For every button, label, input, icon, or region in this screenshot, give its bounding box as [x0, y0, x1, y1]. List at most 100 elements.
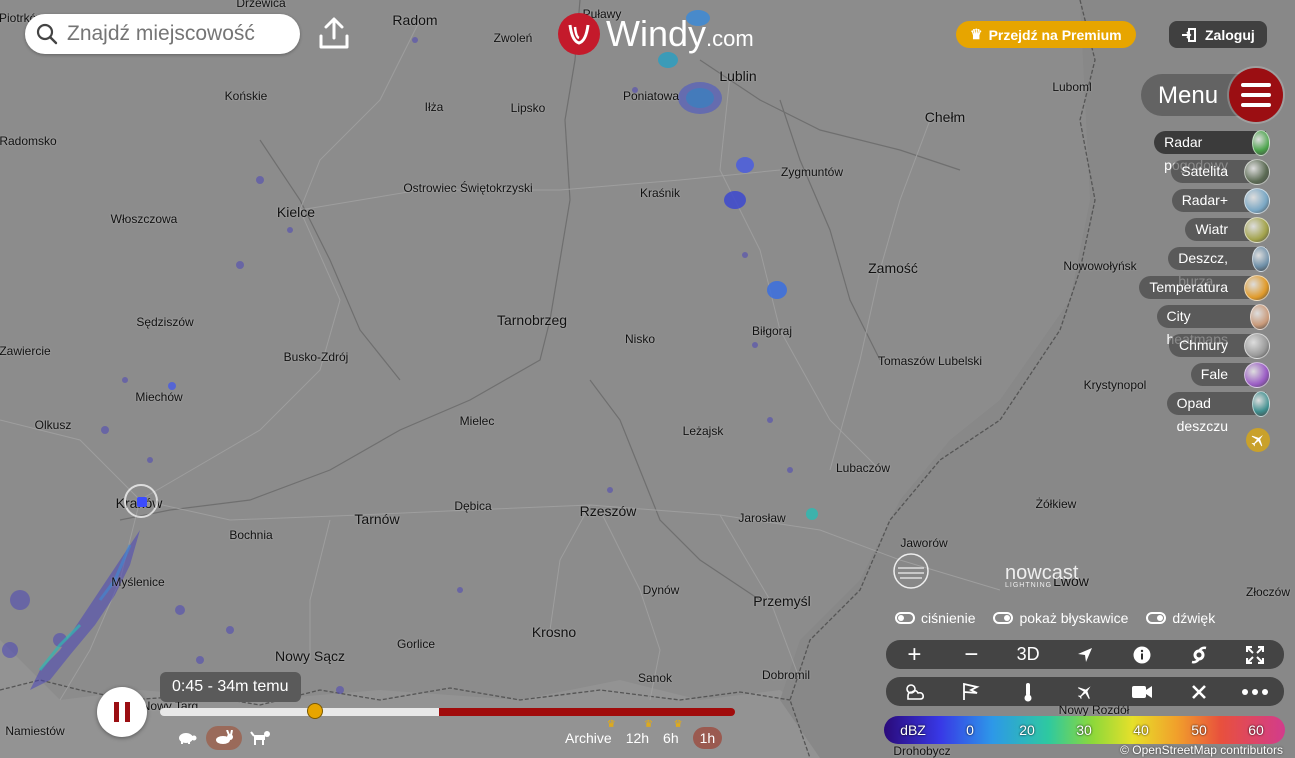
city-label[interactable]: Nisko [625, 332, 655, 346]
city-label[interactable]: Nowowołyńsk [1063, 259, 1136, 273]
thermometer-icon[interactable] [1008, 682, 1048, 702]
airplane-icon[interactable] [1246, 428, 1270, 452]
city-label[interactable]: Radom [392, 12, 437, 28]
city-label[interactable]: Radomsko [0, 134, 57, 148]
city-label[interactable]: Krystynopol [1084, 378, 1147, 392]
city-label[interactable]: Tomaszów Lubelski [878, 354, 982, 368]
turtle-icon[interactable] [176, 726, 198, 750]
current-location-marker[interactable] [124, 484, 158, 518]
city-label[interactable]: Sędziszów [136, 315, 193, 329]
menu-button[interactable]: Menu [1141, 68, 1283, 122]
city-label[interactable]: Lublin [719, 68, 756, 84]
timeline-track[interactable] [160, 703, 735, 719]
overlay-toggle[interactable]: pokaż błyskawice [993, 610, 1128, 626]
layer-item[interactable]: City heatmaps [1156, 303, 1270, 347]
navigate-icon[interactable] [1065, 647, 1105, 663]
airplane-tool-icon[interactable] [1065, 683, 1105, 701]
time-range-option[interactable]: 1h [692, 727, 723, 749]
city-label[interactable]: Złoczów [1246, 585, 1290, 599]
layer-item[interactable]: Deszcz, burza [1168, 245, 1270, 289]
city-label[interactable]: Jaworów [900, 536, 947, 550]
city-label[interactable]: Zwoleń [494, 31, 533, 45]
city-label[interactable]: Tarnów [354, 511, 399, 527]
city-label[interactable]: Myślenice [111, 575, 164, 589]
city-label[interactable]: Jarosław [738, 511, 785, 525]
city-label[interactable]: Gorlice [397, 637, 435, 651]
city-label[interactable]: Lubaczów [836, 461, 890, 475]
city-label[interactable]: Krosno [532, 624, 576, 640]
overlay-toggle[interactable]: dźwięk [1146, 610, 1215, 626]
city-label[interactable]: Przemyśl [753, 593, 811, 609]
city-label[interactable]: Rzeszów [580, 503, 637, 519]
city-label[interactable]: Kielce [277, 204, 315, 220]
time-range-option[interactable]: Archive ♛ [565, 719, 616, 749]
city-label[interactable]: Żółkiew [1036, 497, 1077, 511]
city-label[interactable]: Sanok [638, 671, 672, 685]
rabbit-icon[interactable] [206, 726, 242, 750]
attribution[interactable]: © OpenStreetMap contributors [1120, 743, 1283, 757]
flag-icon[interactable] [951, 682, 991, 701]
city-label[interactable]: Luboml [1052, 80, 1091, 94]
login-button[interactable]: Zaloguj [1169, 21, 1267, 48]
layer-item[interactable]: Radar pogodowy [1154, 129, 1270, 173]
city-label[interactable]: Zawiercie [0, 344, 51, 358]
close-icon[interactable] [1179, 684, 1219, 699]
city-label[interactable]: Busko-Zdrój [284, 350, 349, 364]
layer-item[interactable]: Opad deszczu [1166, 390, 1270, 434]
city-label[interactable]: Mielec [460, 414, 495, 428]
city-label[interactable]: Zygmuntów [781, 165, 843, 179]
zoom-out-button[interactable]: − [951, 641, 991, 669]
zoom-in-button[interactable]: + [894, 641, 934, 669]
upload-icon[interactable] [316, 16, 352, 52]
city-label[interactable]: Dobromil [762, 668, 810, 682]
layer-item[interactable]: Wiatr [1185, 216, 1270, 243]
layer-item[interactable]: Fale [1190, 361, 1270, 388]
premium-button[interactable]: ♛ Przejdź na Premium [956, 21, 1136, 48]
time-range-option[interactable]: 12h ♛ [626, 719, 653, 749]
webcam-icon[interactable] [1122, 684, 1162, 700]
pause-button[interactable] [97, 687, 147, 737]
city-label[interactable]: Iłża [425, 100, 444, 114]
city-label[interactable]: Drohobycz [893, 744, 950, 758]
city-label[interactable]: Bochnia [229, 528, 272, 542]
city-label[interactable]: Ostrowiec Świętokrzyski [403, 181, 532, 195]
search-input[interactable] [65, 21, 294, 47]
city-label[interactable]: Drzewica [236, 0, 285, 10]
city-label[interactable]: Lipsko [511, 101, 546, 115]
fullscreen-icon[interactable] [1235, 645, 1275, 664]
toggle-switch[interactable] [895, 612, 915, 624]
hamburger-icon[interactable] [1229, 68, 1283, 122]
toggle-switch[interactable] [1146, 612, 1167, 624]
layer-item[interactable]: Satelita [1171, 158, 1270, 185]
city-label[interactable]: Końskie [225, 89, 268, 103]
city-label[interactable]: Chełm [925, 109, 965, 125]
city-label[interactable]: Zamość [868, 260, 918, 276]
city-label[interactable]: Olkusz [35, 418, 72, 432]
layer-item[interactable]: Radar+ [1171, 187, 1270, 214]
city-label[interactable]: Biłgoraj [752, 324, 792, 338]
windy-logo[interactable]: Windy .com [558, 12, 754, 56]
toggle-switch[interactable] [993, 612, 1014, 624]
search-box[interactable] [25, 14, 300, 54]
time-range-option[interactable]: 6h ♛ [663, 719, 683, 749]
city-label[interactable]: Namiestów [5, 724, 64, 738]
dog-icon[interactable] [250, 726, 272, 750]
city-label[interactable]: Miechów [135, 390, 182, 404]
city-label[interactable]: Dębica [454, 499, 491, 513]
layer-item[interactable]: Chmury [1168, 332, 1270, 359]
3d-button[interactable]: 3D [1008, 644, 1048, 665]
more-icon[interactable] [1235, 688, 1275, 695]
city-label[interactable]: Dynów [643, 583, 680, 597]
city-label[interactable]: Poniatowa [623, 89, 679, 103]
weather-icon[interactable] [894, 682, 934, 702]
overlay-toggle[interactable]: ciśnienie [895, 610, 975, 626]
city-label[interactable]: Tarnobrzeg [497, 312, 567, 328]
hurricane-icon[interactable] [1179, 646, 1219, 664]
info-icon[interactable] [1122, 646, 1162, 664]
city-label[interactable]: Kraśnik [640, 186, 680, 200]
city-label[interactable]: Włoszczowa [111, 212, 178, 226]
color-legend[interactable]: dBZ 0 20 30 40 50 60 [884, 716, 1285, 744]
city-label[interactable]: Nowy Sącz [275, 648, 345, 664]
layer-item[interactable]: Temperatura [1139, 274, 1270, 301]
city-label[interactable]: Leżajsk [683, 424, 724, 438]
